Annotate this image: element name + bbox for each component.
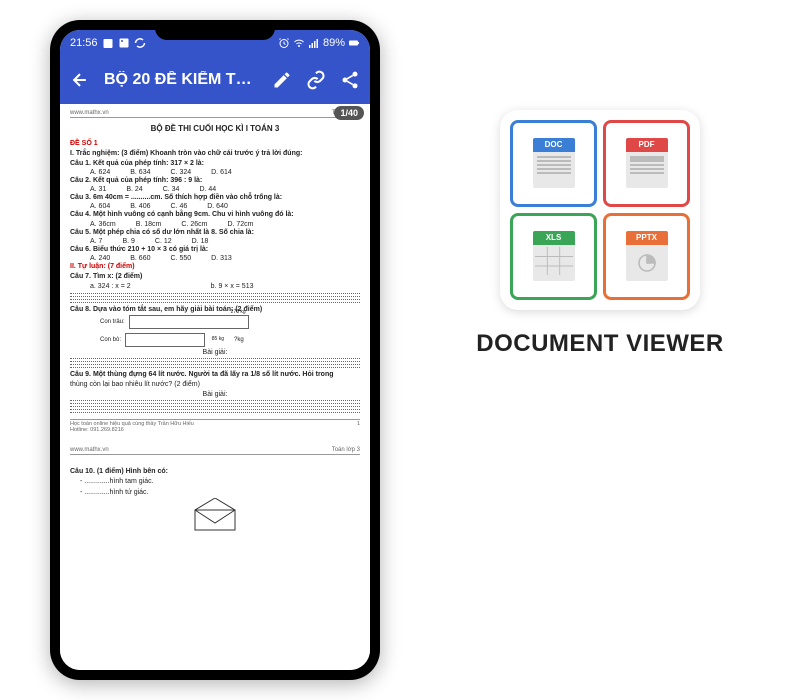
pdf-tile: PDF [603,120,690,207]
q2-opts: A. 31B. 24C. 34D. 44 [70,186,360,193]
exam-number: ĐỀ SỐ 1 [70,139,360,148]
q6: Câu 6. Biểu thức 210 + 10 × 3 có giá trị… [70,245,360,254]
doc-tile: DOC [510,120,597,207]
q10: Câu 10. (1 điểm) Hình bên có: [70,467,360,476]
document-view[interactable]: 1/40 www.mathx.vn Toán lớp 3 BỘ ĐỀ THI C… [60,104,370,670]
q6-opts: A. 240B. 660C. 550D. 313 [70,255,360,262]
section-2: II. Tự luận: (7 điểm) [70,262,360,271]
doc-label: DOC [533,138,575,152]
phone-screen: 21:56 89% BỘ 20 ĐỀ KIỂM TR... 1/40 [60,30,370,670]
signal-icon [308,37,320,49]
q3: Câu 3. 6m 40cm = ..........cm. Số thích … [70,193,360,202]
battery-icon [348,37,360,49]
q8-diagram: Con trâu:276 kg Con bò:85 kg?kg [70,315,360,347]
alarm-icon [278,37,290,49]
share-icon[interactable] [340,70,360,90]
bai-giai-2: Bài giải: [70,391,360,398]
q1: Câu 1. Kết quả của phép tính: 317 × 2 là… [70,159,360,168]
app-logo: DOC PDF XLS PPTX [500,110,700,310]
app-title: BỘ 20 ĐỀ KIỂM TR... [104,71,258,89]
image-icon [118,37,130,49]
doc-footer: Học toán online hiệu quả cùng thầy Trần … [70,419,360,433]
q4-opts: A. 36cmB. 18cmC. 26cmD. 72cm [70,221,360,228]
calendar-icon [102,37,114,49]
bai-giai-1: Bài giải: [70,349,360,356]
q10b: - .............hình tứ giác. [70,488,360,497]
xls-tile: XLS [510,213,597,300]
back-arrow-icon[interactable] [70,70,90,90]
section-1: I. Trắc nghiệm: (3 điểm) Khoanh tròn vào… [70,149,360,158]
doc-header: www.mathx.vn Toán lớp 3 [70,110,360,118]
pptx-label: PPTX [626,231,668,245]
sync-icon [134,37,146,49]
app-bar: BỘ 20 ĐỀ KIỂM TR... [60,56,370,104]
envelope-shape [190,498,240,533]
phone-mockup: 21:56 89% BỘ 20 ĐỀ KIỂM TR... 1/40 [50,20,380,680]
app-name-label: DOCUMENT VIEWER [440,330,760,358]
q7: Câu 7. Tìm x: (2 điểm) [70,272,360,281]
status-time: 21:56 [70,37,98,49]
doc-header-2: www.mathx.vn Toán lớp 3 [70,447,360,455]
link-icon[interactable] [306,70,326,90]
q8: Câu 8. Dựa vào tóm tắt sau, em hãy giải … [70,305,360,314]
q3-opts: A. 604B. 406C. 46D. 640 [70,203,360,210]
pdf-label: PDF [626,138,668,152]
q9-cont: thùng còn lại bao nhiêu lít nước? (2 điể… [70,380,360,389]
status-battery: 89% [323,37,345,49]
q4: Câu 4. Một hình vuông có cạnh bằng 9cm. … [70,210,360,219]
wifi-icon [293,37,305,49]
q9: Câu 9. Một thùng đựng 64 lít nước. Người… [70,370,360,379]
q5-opts: A. 7B. 9C. 12D. 18 [70,238,360,245]
pptx-tile: PPTX [603,213,690,300]
q10a: - .............hình tam giác. [70,477,360,486]
promo-section: DOC PDF XLS PPTX DOCUMENT VIEWER [440,110,760,358]
q5: Câu 5. Một phép chia có số dư lớn nhất l… [70,228,360,237]
phone-notch [155,20,275,40]
q1-opts: A. 624B. 634C. 324D. 614 [70,169,360,176]
doc-title: BỘ ĐỀ THI CUỐI HỌC KÌ I TOÁN 3 [70,124,360,133]
edit-icon[interactable] [272,70,292,90]
q7-parts: a. 324 : x = 2b. 9 × x = 513 [70,282,360,291]
page-indicator: 1/40 [334,106,364,120]
xls-label: XLS [533,231,575,245]
q2: Câu 2. Kết quả của phép tính: 396 : 9 là… [70,176,360,185]
doc-site: www.mathx.vn [70,110,109,116]
